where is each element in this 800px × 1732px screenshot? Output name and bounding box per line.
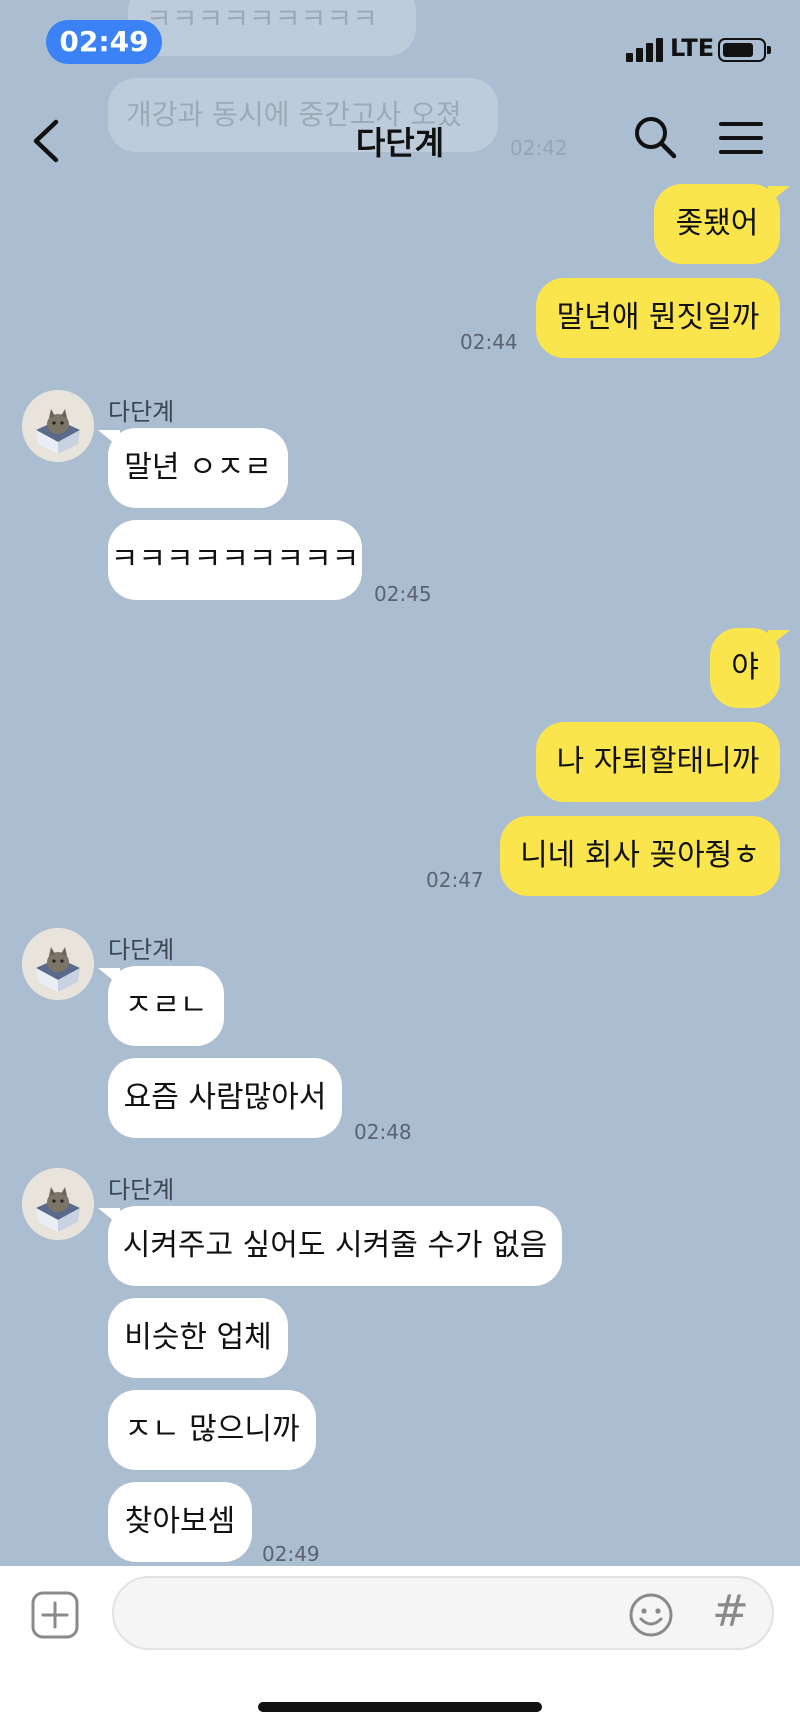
message-input[interactable] <box>112 1576 774 1650</box>
hashtag-button[interactable]: # <box>712 1586 749 1637</box>
their-message-bubble[interactable]: 시켜주고 싶어도 시켜줄 수가 없음 <box>98 1206 562 1286</box>
search-icon <box>635 117 677 159</box>
smiley-icon <box>629 1593 673 1637</box>
my-message-bubble[interactable]: 말년애 뭔짓일까 <box>536 278 780 358</box>
attach-button[interactable] <box>30 1590 80 1640</box>
message-text: 찾아보셈 <box>124 1504 236 1539</box>
ghost-message: ㅋㅋㅋㅋㅋㅋㅋㅋㅋ <box>128 0 416 56</box>
their-message-bubble[interactable]: 비슷한 업체 <box>108 1298 288 1378</box>
hamburger-menu-icon <box>719 122 763 154</box>
message-text: 좆됐어 <box>675 206 759 241</box>
message-text: 비슷한 업체 <box>124 1320 272 1355</box>
plus-square-icon <box>31 1591 79 1639</box>
message-text: ㅈㄹㄴ <box>124 988 208 1023</box>
message-text: ㅋㅋㅋㅋㅋㅋㅋㅋㅋ <box>110 542 360 577</box>
my-message-bubble[interactable]: 나 자퇴할태니까 <box>536 722 780 802</box>
sender-avatar[interactable] <box>22 928 94 1000</box>
message-text: 야 <box>731 650 759 685</box>
chat-title: 다단계 <box>355 124 445 162</box>
chat-screen: ㅋㅋㅋㅋㅋㅋㅋㅋㅋ 개강과 동시에 중간고사 오졌 02:42 02:49 LT… <box>0 0 800 1732</box>
search-button[interactable] <box>632 114 678 160</box>
cat-in-box-avatar <box>22 1168 94 1240</box>
message-timestamp: 02:47 <box>426 868 484 892</box>
their-message-bubble[interactable]: ㅋㅋㅋㅋㅋㅋㅋㅋㅋ <box>108 520 362 600</box>
sender-avatar[interactable] <box>22 390 94 462</box>
sender-avatar[interactable] <box>22 1168 94 1240</box>
their-message-bubble[interactable]: ㅈㄴ 많으니까 <box>108 1390 316 1470</box>
sender-name: 다단계 <box>108 936 175 964</box>
message-text: 나 자퇴할태니까 <box>556 744 760 779</box>
message-text: 시켜주고 싶어도 시켜줄 수가 없음 <box>122 1228 548 1263</box>
cat-in-box-avatar <box>22 928 94 1000</box>
menu-button[interactable] <box>718 118 764 158</box>
battery-icon <box>718 38 771 62</box>
their-message-bubble[interactable]: 요즘 사람많아서 <box>108 1058 342 1138</box>
network-label: LTE <box>670 34 715 62</box>
their-message-bubble[interactable]: 말년 ㅇㅈㄹ <box>98 428 288 508</box>
message-timestamp: 02:48 <box>354 1120 412 1144</box>
my-message-bubble[interactable]: 야 <box>710 628 790 708</box>
message-timestamp: 02:49 <box>262 1542 320 1566</box>
message-text: 요즘 사람많아서 <box>123 1080 327 1115</box>
sender-name: 다단계 <box>108 398 175 426</box>
their-message-bubble[interactable]: 찾아보셈 <box>108 1482 252 1562</box>
emoji-button[interactable] <box>628 1592 674 1638</box>
message-text: 니네 회사 꽂아줭ㅎ <box>520 838 760 873</box>
my-message-bubble[interactable]: 니네 회사 꽂아줭ㅎ <box>500 816 780 896</box>
home-indicator[interactable] <box>258 1702 542 1712</box>
status-time: 02:49 <box>46 20 162 64</box>
message-text: ㅈㄴ 많으니까 <box>124 1412 300 1447</box>
their-message-bubble[interactable]: ㅈㄹㄴ <box>98 966 224 1046</box>
my-message-bubble[interactable]: 좆됐어 <box>654 184 790 264</box>
sender-name: 다단계 <box>108 1176 175 1204</box>
message-text: 말년 ㅇㅈㄹ <box>124 450 272 485</box>
message-timestamp: 02:45 <box>374 582 432 606</box>
signal-icon <box>626 36 668 62</box>
message-timestamp: 02:44 <box>460 330 518 354</box>
cat-in-box-avatar <box>22 390 94 462</box>
message-text: 말년애 뭔짓일까 <box>556 300 760 335</box>
